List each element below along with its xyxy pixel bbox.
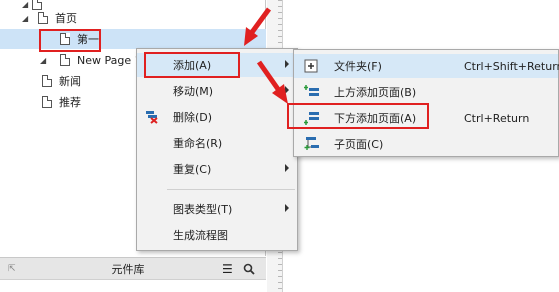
arrow-to-submenu-icon bbox=[256, 60, 283, 94]
arrow-to-add-icon bbox=[247, 7, 272, 37]
annotation-arrows bbox=[244, 7, 288, 104]
